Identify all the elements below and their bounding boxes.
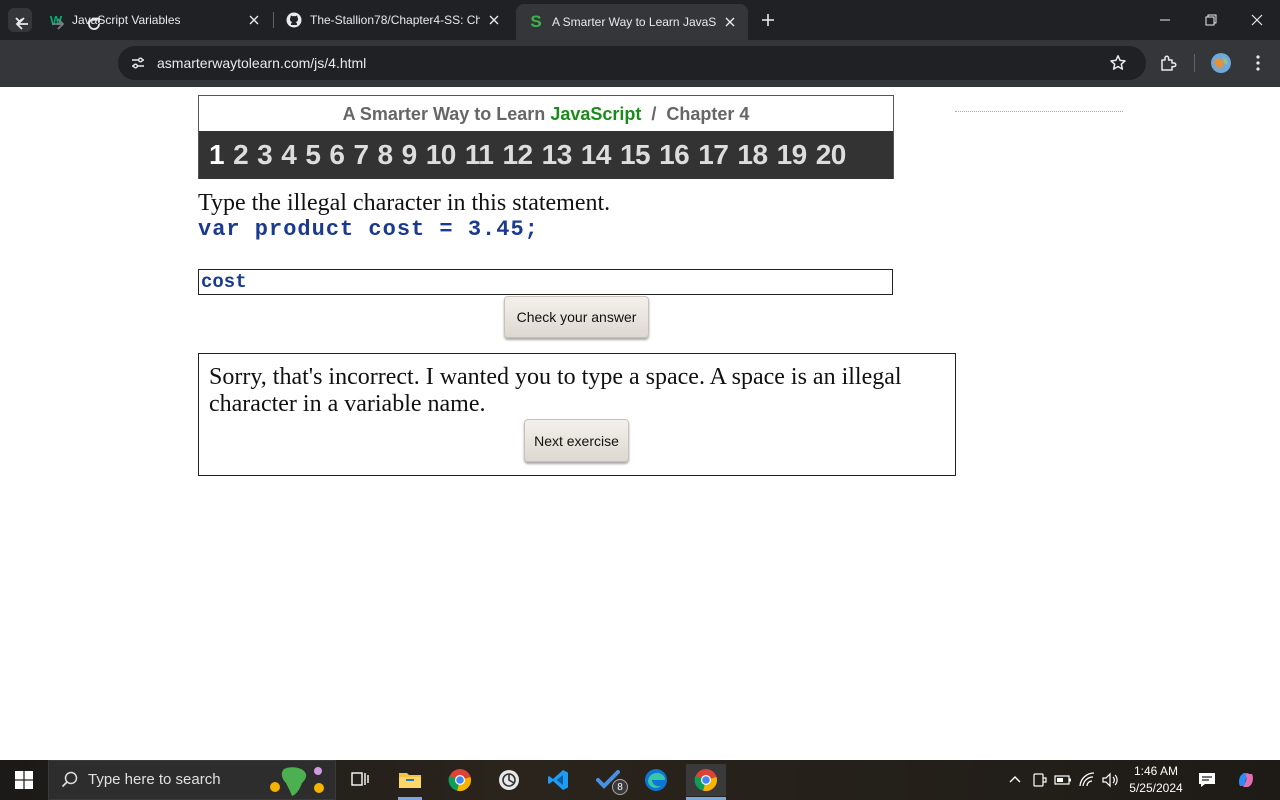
s-icon: S [530,12,542,31]
chatgpt-button[interactable] [489,764,529,796]
chrome-icon [694,769,717,791]
chapter-link-7[interactable]: 7 [353,139,369,171]
search-icon [61,771,78,788]
chapter-link-11[interactable]: 11 [465,139,494,171]
chapter-link-3[interactable]: 3 [257,139,273,171]
chapter-nav: 1 2 3 4 5 6 7 8 9 10 11 12 13 14 15 16 17 18 19 20 [199,131,893,179]
title-prefix: A Smarter Way to Learn [342,104,551,124]
chapter-link-19[interactable]: 19 [777,139,808,171]
chevron-up-icon [1009,776,1021,783]
chapter-link-10[interactable]: 10 [426,139,457,171]
minimize-icon [1160,19,1170,21]
edge-button[interactable] [636,764,676,796]
close-icon[interactable] [722,14,738,30]
task-view-button[interactable] [340,764,380,796]
site-header: A Smarter Way to Learn JavaScript / Chap… [198,95,894,179]
edge-icon [645,769,667,791]
windows-logo-icon [15,771,33,789]
clock-date: 5/25/2024 [1129,781,1183,795]
wifi-icon[interactable] [1077,770,1097,790]
chat-bubble-icon [1199,773,1215,787]
code-statement: var product cost = 3.45; [198,217,539,242]
chapter-link-13[interactable]: 13 [542,139,573,171]
profile-avatar[interactable] [1211,53,1231,73]
copilot-icon [1239,773,1253,787]
africa-map-icon [270,767,324,796]
close-icon[interactable] [246,12,262,28]
reload-button[interactable] [80,10,108,38]
copilot-button[interactable] [1236,770,1256,790]
vscode-button[interactable] [538,764,578,796]
battery-icon[interactable] [1053,770,1073,790]
tab-title: The-Stallion78/Chapter4-SS: Ch [310,13,480,27]
toolbar-separator [1194,54,1195,72]
chapter-link-1[interactable]: 1 [209,139,225,171]
chrome-button[interactable] [440,764,480,796]
chapter-link-18[interactable]: 18 [737,139,768,171]
answer-input[interactable]: cost [198,269,893,295]
task-view-icon [351,772,369,786]
chapter-link-5[interactable]: 5 [305,139,321,171]
forward-button[interactable] [44,10,72,38]
start-button[interactable] [0,760,48,800]
folder-icon [399,773,421,788]
page-title: A Smarter Way to Learn JavaScript / Chap… [199,104,893,125]
chapter-label: / Chapter 4 [641,104,750,124]
close-window-button[interactable] [1234,0,1280,40]
notification-badge: 8 [612,779,628,795]
tab-smarter-way-active[interactable]: S A Smarter Way to Learn JavaScr [516,4,748,40]
chapter-link-4[interactable]: 4 [281,139,297,171]
more-vertical-icon [1256,55,1260,71]
close-icon [1251,14,1263,26]
system-clock[interactable]: 1:46 AM 5/25/2024 [1122,763,1190,797]
avatar-icon [1211,53,1231,73]
show-hidden-icons-button[interactable] [1005,770,1025,790]
close-icon[interactable] [486,12,502,28]
chapter-link-2[interactable]: 2 [233,139,249,171]
chapter-link-16[interactable]: 16 [659,139,690,171]
exercise-prompt: Type the illegal character in this state… [198,190,611,216]
chapter-link-8[interactable]: 8 [378,139,394,171]
file-explorer-button[interactable] [390,764,430,796]
minimize-button[interactable] [1142,0,1188,40]
chapter-link-14[interactable]: 14 [581,139,612,171]
browser-menu-button[interactable] [1246,51,1270,75]
bookmark-star-icon[interactable] [1106,51,1130,75]
tab-title: A Smarter Way to Learn JavaScr [552,15,716,29]
site-info-icon[interactable] [128,53,148,73]
chapter-link-20[interactable]: 20 [816,139,847,171]
vscode-icon [548,770,568,790]
restore-icon [1205,14,1217,26]
brand-javascript: JavaScript [550,104,642,124]
check-answer-button[interactable]: Check your answer [504,296,649,338]
clock-time: 1:46 AM [1133,764,1179,778]
restore-button[interactable] [1188,0,1234,40]
search-placeholder[interactable]: Type here to search [88,771,221,788]
url-text[interactable]: asmarterwaytolearn.com/js/4.html [157,55,366,71]
arrow-left-icon [15,18,28,30]
decorative-divider [955,111,1123,112]
feedback-message: Sorry, that's incorrect. I wanted you to… [209,364,902,417]
chapter-link-17[interactable]: 17 [698,139,729,171]
next-exercise-button[interactable]: Next exercise [524,419,629,462]
notifications-button[interactable] [1197,770,1217,790]
volume-icon[interactable] [1100,770,1120,790]
chrome-icon [448,769,471,791]
reload-icon [88,17,100,30]
chapter-link-12[interactable]: 12 [502,139,533,171]
arrow-right-icon [52,18,65,30]
extensions-icon[interactable] [1156,51,1180,75]
plus-icon [762,14,774,26]
meet-now-icon[interactable] [1029,770,1049,790]
new-tab-button[interactable] [756,8,780,32]
github-icon [286,12,302,28]
openai-icon [499,770,519,790]
chapter-link-6[interactable]: 6 [329,139,345,171]
tab-github[interactable]: The-Stallion78/Chapter4-SS: Ch [274,0,512,40]
chrome-active-button[interactable] [686,764,726,796]
chapter-link-9[interactable]: 9 [402,139,418,171]
chapter-link-15[interactable]: 15 [620,139,651,171]
back-button[interactable] [8,10,36,38]
